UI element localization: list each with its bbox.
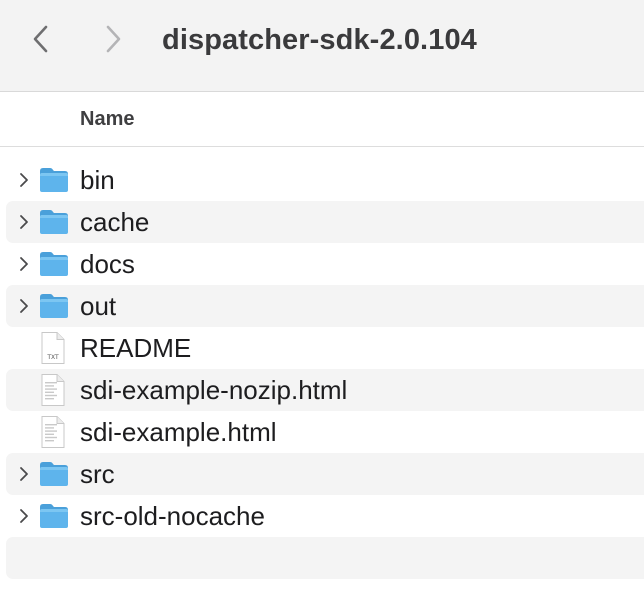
item-name: docs: [80, 249, 135, 279]
disclosure-triangle-icon[interactable]: [17, 255, 31, 273]
file-list: bin cache docs out TXT README sdi-example-nozi…: [0, 159, 644, 579]
back-button[interactable]: [24, 22, 58, 56]
file-row[interactable]: TXT README: [6, 327, 644, 369]
disclosure-triangle-icon[interactable]: [17, 213, 31, 231]
svg-text:TXT: TXT: [46, 354, 59, 361]
html-file-icon: [40, 373, 66, 407]
text-file-icon: TXT: [40, 331, 66, 365]
window-title: dispatcher-sdk-2.0.104: [162, 24, 477, 56]
file-row[interactable]: sdi-example.html: [6, 411, 644, 453]
item-name: sdi-example-nozip.html: [80, 375, 348, 405]
folder-row[interactable]: bin: [6, 159, 644, 201]
disclosure-triangle-icon[interactable]: [17, 171, 31, 189]
folder-icon: [38, 292, 70, 320]
folder-icon: [38, 250, 70, 278]
chevron-left-icon: [33, 25, 48, 53]
folder-icon: [38, 502, 70, 530]
item-name: out: [80, 291, 117, 321]
column-header-bar: Name: [0, 92, 644, 147]
folder-row[interactable]: docs: [6, 243, 644, 285]
disclosure-triangle-icon[interactable]: [17, 297, 31, 315]
folder-row[interactable]: cache: [6, 201, 644, 243]
item-name: src-old-nocache: [80, 501, 265, 531]
disclosure-triangle-icon[interactable]: [17, 465, 31, 483]
item-name: sdi-example.html: [80, 417, 277, 447]
folder-row[interactable]: src-old-nocache: [6, 495, 644, 537]
folder-row[interactable]: out: [6, 285, 644, 327]
item-name: README: [80, 333, 192, 363]
empty-row: [6, 537, 644, 579]
file-row[interactable]: sdi-example-nozip.html: [6, 369, 644, 411]
column-header-name[interactable]: Name: [80, 107, 134, 131]
folder-icon: [38, 208, 70, 236]
forward-button[interactable]: [96, 22, 130, 56]
disclosure-triangle-icon[interactable]: [17, 507, 31, 525]
window-toolbar: dispatcher-sdk-2.0.104: [0, 0, 644, 92]
chevron-right-icon: [106, 25, 121, 53]
item-name: bin: [80, 165, 115, 195]
folder-row[interactable]: src: [6, 453, 644, 495]
item-name: src: [80, 459, 115, 489]
html-file-icon: [40, 415, 66, 449]
item-name: cache: [80, 207, 150, 237]
folder-icon: [38, 460, 70, 488]
folder-icon: [38, 166, 70, 194]
